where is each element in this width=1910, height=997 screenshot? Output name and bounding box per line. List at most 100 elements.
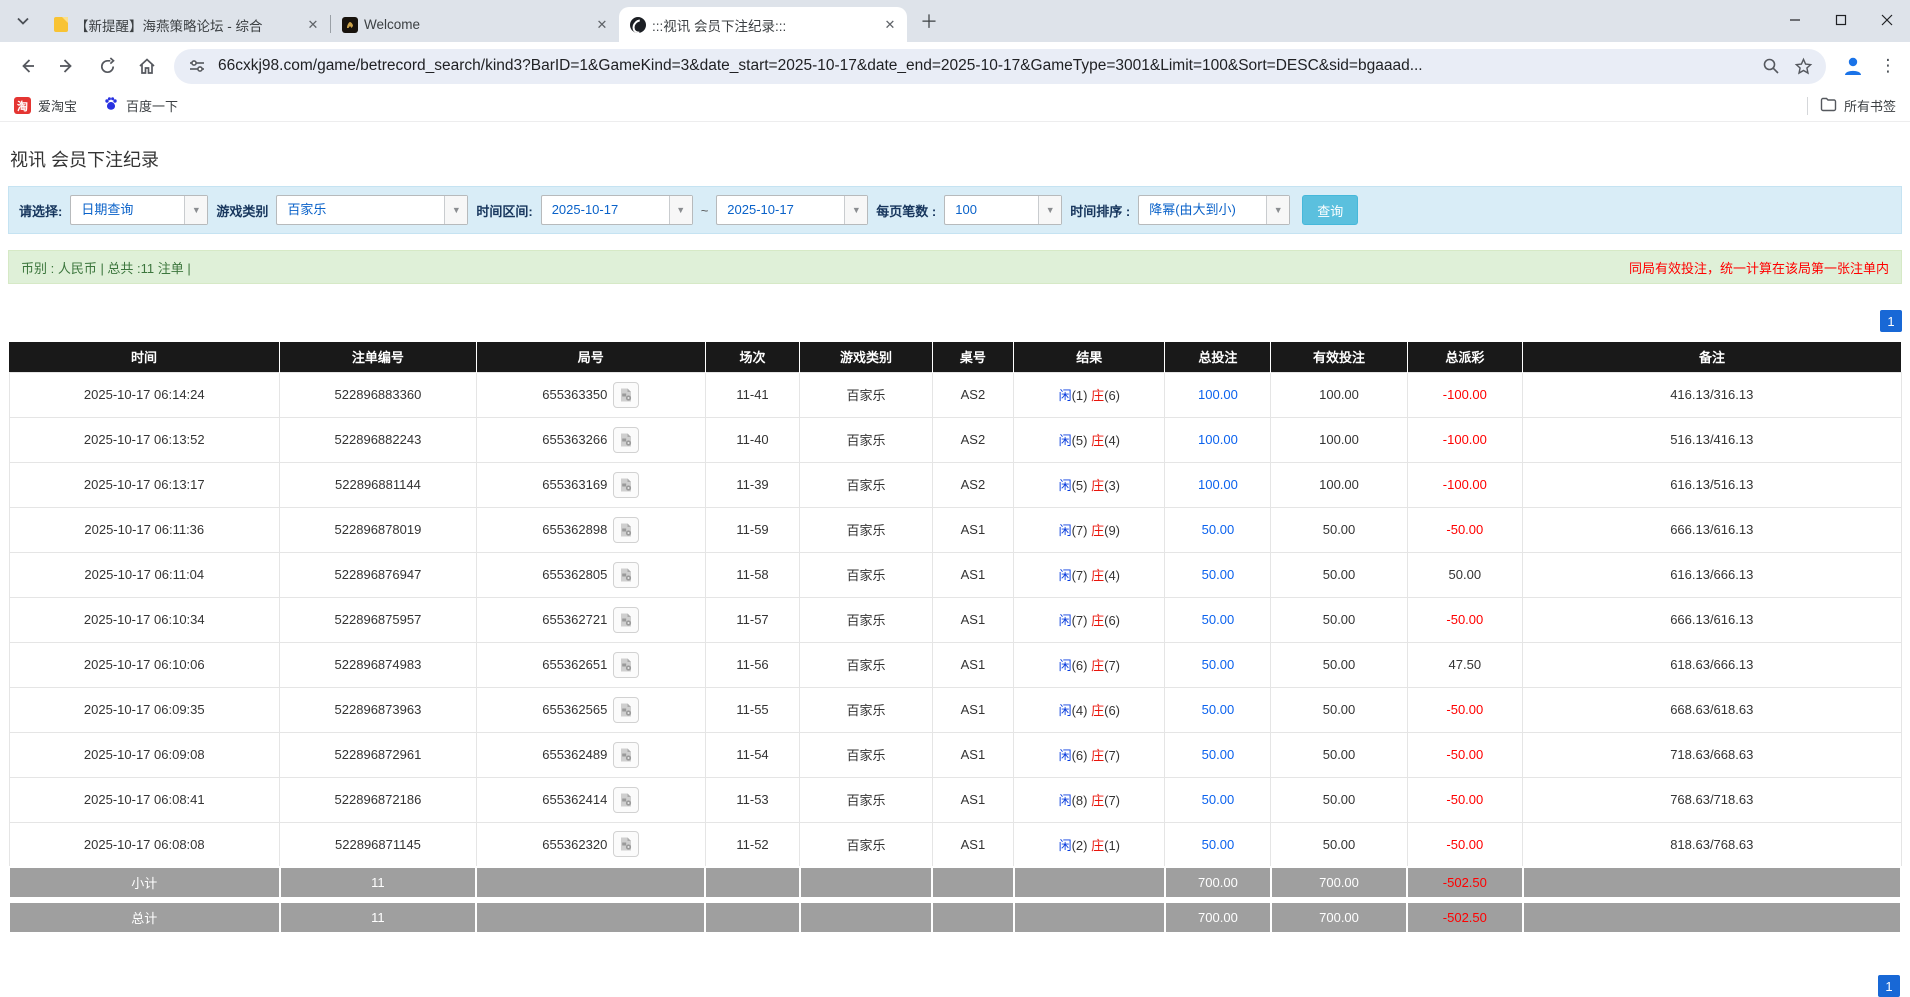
search-button[interactable]: 查询 bbox=[1302, 195, 1358, 225]
url-text[interactable]: 66cxkj98.com/game/betrecord_search/kind3… bbox=[218, 57, 1750, 75]
cell-empty bbox=[932, 867, 1013, 898]
minimize-button[interactable] bbox=[1772, 0, 1818, 40]
query-mode-select[interactable]: 日期查询 ▼ bbox=[70, 195, 208, 225]
forward-icon[interactable] bbox=[50, 49, 84, 83]
close-tab-icon[interactable]: ✕ bbox=[881, 16, 899, 34]
summary-bar: 币别 : 人民币 | 总共 :11 注单 | 同局有效投注，统一计算在该局第一张… bbox=[8, 250, 1902, 284]
cell-session: 11-52 bbox=[705, 822, 800, 867]
cell-total-bet[interactable]: 50.00 bbox=[1165, 822, 1271, 867]
tab-forum[interactable]: 【新提醒】海燕策略论坛 - 综合 ✕ bbox=[42, 7, 330, 42]
browser-toolbar: 66cxkj98.com/game/betrecord_search/kind3… bbox=[0, 42, 1910, 90]
video-icon[interactable] bbox=[613, 562, 639, 588]
video-icon[interactable] bbox=[613, 742, 639, 768]
cell-bet-id: 522896883360 bbox=[280, 372, 477, 417]
profile-avatar[interactable] bbox=[1836, 49, 1870, 83]
cell-round-id: 655362414 bbox=[476, 777, 705, 822]
cell-count: 11 bbox=[280, 867, 477, 898]
bookmark-baidu[interactable]: 百度一下 bbox=[103, 96, 178, 115]
cell-total-bet[interactable]: 50.00 bbox=[1165, 777, 1271, 822]
address-bar[interactable]: 66cxkj98.com/game/betrecord_search/kind3… bbox=[174, 49, 1826, 84]
cell-payout: -502.50 bbox=[1407, 902, 1522, 933]
browser-menu-icon[interactable]: ⋮ bbox=[1876, 49, 1900, 83]
cell-payout: -50.00 bbox=[1407, 597, 1522, 642]
bookmark-star-icon[interactable] bbox=[1792, 55, 1814, 77]
cell-session: 11-40 bbox=[705, 417, 800, 462]
cell-result: 闲(1) 庄(6) bbox=[1014, 372, 1165, 417]
video-icon[interactable] bbox=[613, 382, 639, 408]
sort-label: 时间排序 : bbox=[1070, 201, 1130, 220]
tab-welcome[interactable]: Welcome ✕ bbox=[331, 7, 619, 42]
video-icon[interactable] bbox=[613, 427, 639, 453]
all-bookmarks-button[interactable]: 所有书签 bbox=[1820, 96, 1896, 115]
date-range-label: 时间区间: bbox=[476, 201, 532, 220]
cell-time: 2025-10-17 06:08:41 bbox=[9, 777, 280, 822]
sort-select[interactable]: 降幂(由大到小) ▼ bbox=[1138, 195, 1290, 225]
cell-valid-bet: 700.00 bbox=[1271, 902, 1407, 933]
home-icon[interactable] bbox=[130, 49, 164, 83]
result-player: 闲 bbox=[1059, 433, 1072, 448]
close-tab-icon[interactable]: ✕ bbox=[304, 16, 322, 34]
site-settings-icon[interactable] bbox=[186, 55, 208, 77]
cell-total-bet[interactable]: 50.00 bbox=[1165, 732, 1271, 777]
cell-empty bbox=[1014, 902, 1165, 933]
result-player: 闲 bbox=[1059, 478, 1072, 493]
cell-session: 11-53 bbox=[705, 777, 800, 822]
video-icon[interactable] bbox=[613, 652, 639, 678]
cell-time: 2025-10-17 06:09:35 bbox=[9, 687, 280, 732]
date-end-select[interactable]: 2025-10-17 ▼ bbox=[716, 195, 868, 225]
pagination-page-1-bottom[interactable]: 1 bbox=[1878, 975, 1900, 997]
cell-payout: -502.50 bbox=[1407, 867, 1522, 898]
cell-total-bet[interactable]: 50.00 bbox=[1165, 642, 1271, 687]
cell-total-bet[interactable]: 100.00 bbox=[1165, 417, 1271, 462]
cell-total-bet[interactable]: 50.00 bbox=[1165, 687, 1271, 732]
game-type-select[interactable]: 百家乐 ▼ bbox=[276, 195, 468, 225]
per-page-select[interactable]: 100 ▼ bbox=[944, 195, 1062, 225]
cell-label: 小计 bbox=[9, 867, 280, 898]
per-page-label: 每页笔数 : bbox=[876, 201, 936, 220]
cell-game-type: 百家乐 bbox=[800, 372, 932, 417]
cell-session: 11-58 bbox=[705, 552, 800, 597]
cell-valid-bet: 700.00 bbox=[1271, 867, 1407, 898]
video-icon[interactable] bbox=[613, 787, 639, 813]
cell-total-bet[interactable]: 50.00 bbox=[1165, 507, 1271, 552]
cell-total-bet[interactable]: 100.00 bbox=[1165, 372, 1271, 417]
video-icon[interactable] bbox=[613, 697, 639, 723]
filter-bar: 请选择: 日期查询 ▼ 游戏类别 百家乐 ▼ 时间区间: 2025-10-17 … bbox=[8, 186, 1902, 234]
video-icon[interactable] bbox=[613, 831, 639, 857]
tab-search-chevron-icon[interactable] bbox=[8, 6, 38, 36]
cell-session: 11-56 bbox=[705, 642, 800, 687]
bet-record-row: 2025-10-17 06:09:08522896872961655362489… bbox=[9, 732, 1901, 777]
column-header: 场次 bbox=[705, 342, 800, 372]
result-player: 闲 bbox=[1059, 703, 1072, 718]
refresh-icon[interactable] bbox=[90, 49, 124, 83]
cell-total-bet[interactable]: 50.00 bbox=[1165, 597, 1271, 642]
cell-round-id: 655362651 bbox=[476, 642, 705, 687]
cell-valid-bet: 50.00 bbox=[1271, 687, 1407, 732]
cell-payout: -50.00 bbox=[1407, 822, 1522, 867]
date-start-value: 2025-10-17 bbox=[542, 196, 669, 224]
cell-valid-bet: 50.00 bbox=[1271, 507, 1407, 552]
maximize-button[interactable] bbox=[1818, 0, 1864, 40]
column-header: 总投注 bbox=[1165, 342, 1271, 372]
pagination-page-1-top[interactable]: 1 bbox=[1880, 310, 1902, 332]
back-icon[interactable] bbox=[10, 49, 44, 83]
new-tab-button[interactable]: ＋ bbox=[915, 7, 943, 35]
result-banker: 庄 bbox=[1091, 748, 1104, 763]
chevron-down-icon: ▼ bbox=[184, 196, 207, 224]
query-mode-value: 日期查询 bbox=[71, 196, 184, 224]
video-icon[interactable] bbox=[613, 517, 639, 543]
cell-total-bet[interactable]: 50.00 bbox=[1165, 552, 1271, 597]
cell-game-type: 百家乐 bbox=[800, 462, 932, 507]
zoom-icon[interactable] bbox=[1760, 55, 1782, 77]
bookmark-aitaobao[interactable]: 淘 爱淘宝 bbox=[14, 96, 77, 115]
tab-bet-records-active[interactable]: :::视讯 会员下注纪录::: ✕ bbox=[619, 7, 907, 42]
close-tab-icon[interactable]: ✕ bbox=[593, 16, 611, 34]
video-icon[interactable] bbox=[613, 472, 639, 498]
cell-total-bet[interactable]: 100.00 bbox=[1165, 462, 1271, 507]
bet-record-row: 2025-10-17 06:08:41522896872186655362414… bbox=[9, 777, 1901, 822]
chevron-down-icon: ▼ bbox=[844, 196, 867, 224]
close-window-button[interactable] bbox=[1864, 0, 1910, 40]
date-start-select[interactable]: 2025-10-17 ▼ bbox=[541, 195, 693, 225]
cell-table-no: AS2 bbox=[932, 462, 1013, 507]
video-icon[interactable] bbox=[613, 607, 639, 633]
